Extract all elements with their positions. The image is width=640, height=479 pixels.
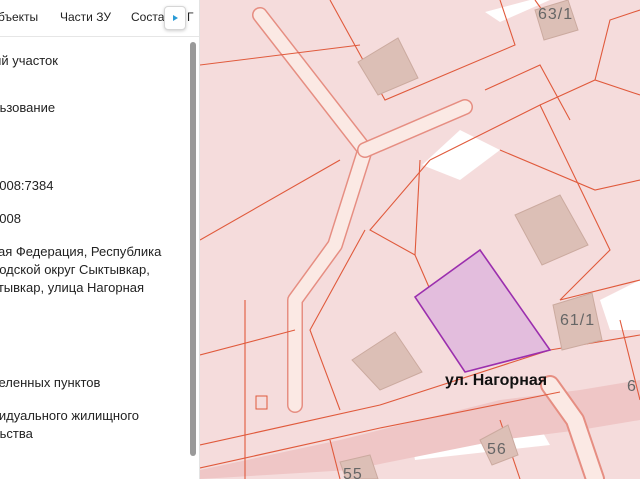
map-canvas bbox=[200, 0, 640, 479]
address-line-2: родской округ Сыктывкар, bbox=[0, 262, 150, 277]
tab-bar: бъекты Части ЗУ Соста Г bbox=[0, 0, 199, 37]
address-line-3: ктывкар, улица Нагорная bbox=[0, 280, 145, 295]
triangle-right-icon bbox=[173, 15, 178, 21]
address-line-1: кая Федерация, Республика bbox=[0, 244, 162, 259]
category-value: селенных пунктов bbox=[0, 375, 101, 390]
usage-value: льзование bbox=[0, 100, 56, 115]
permitted-use-line-2: льства bbox=[0, 426, 33, 441]
street-label: ул. Нагорная bbox=[445, 372, 548, 389]
building-label-55: 55 bbox=[343, 466, 363, 479]
cadastral-map[interactable]: 63/1 61/1 56 55 6 ул. Нагорная bbox=[200, 0, 640, 479]
tab-composition[interactable]: Соста bbox=[131, 10, 164, 24]
panel-scrollbar[interactable] bbox=[190, 42, 196, 456]
building-label-61-1: 61/1 bbox=[560, 312, 596, 329]
cadastral-quarter-value: 3008 bbox=[0, 211, 21, 226]
info-panel: бъекты Части ЗУ Соста Г ый участок льзов… bbox=[0, 0, 200, 479]
tabs-scroll-right-button[interactable] bbox=[164, 6, 186, 30]
building-label-56: 56 bbox=[487, 441, 507, 458]
cadastral-number-value: 3008:7384 bbox=[0, 178, 54, 193]
building-label-6: 6 bbox=[627, 378, 637, 395]
object-type-value: ый участок bbox=[0, 53, 58, 68]
tab-objects[interactable]: бъекты bbox=[0, 10, 38, 24]
tab-overflow[interactable]: Г bbox=[187, 10, 194, 24]
building-label-63-1: 63/1 bbox=[538, 6, 574, 23]
permitted-use-line-1: видуального жилищного bbox=[0, 408, 139, 423]
tab-parts[interactable]: Части ЗУ bbox=[60, 10, 111, 24]
